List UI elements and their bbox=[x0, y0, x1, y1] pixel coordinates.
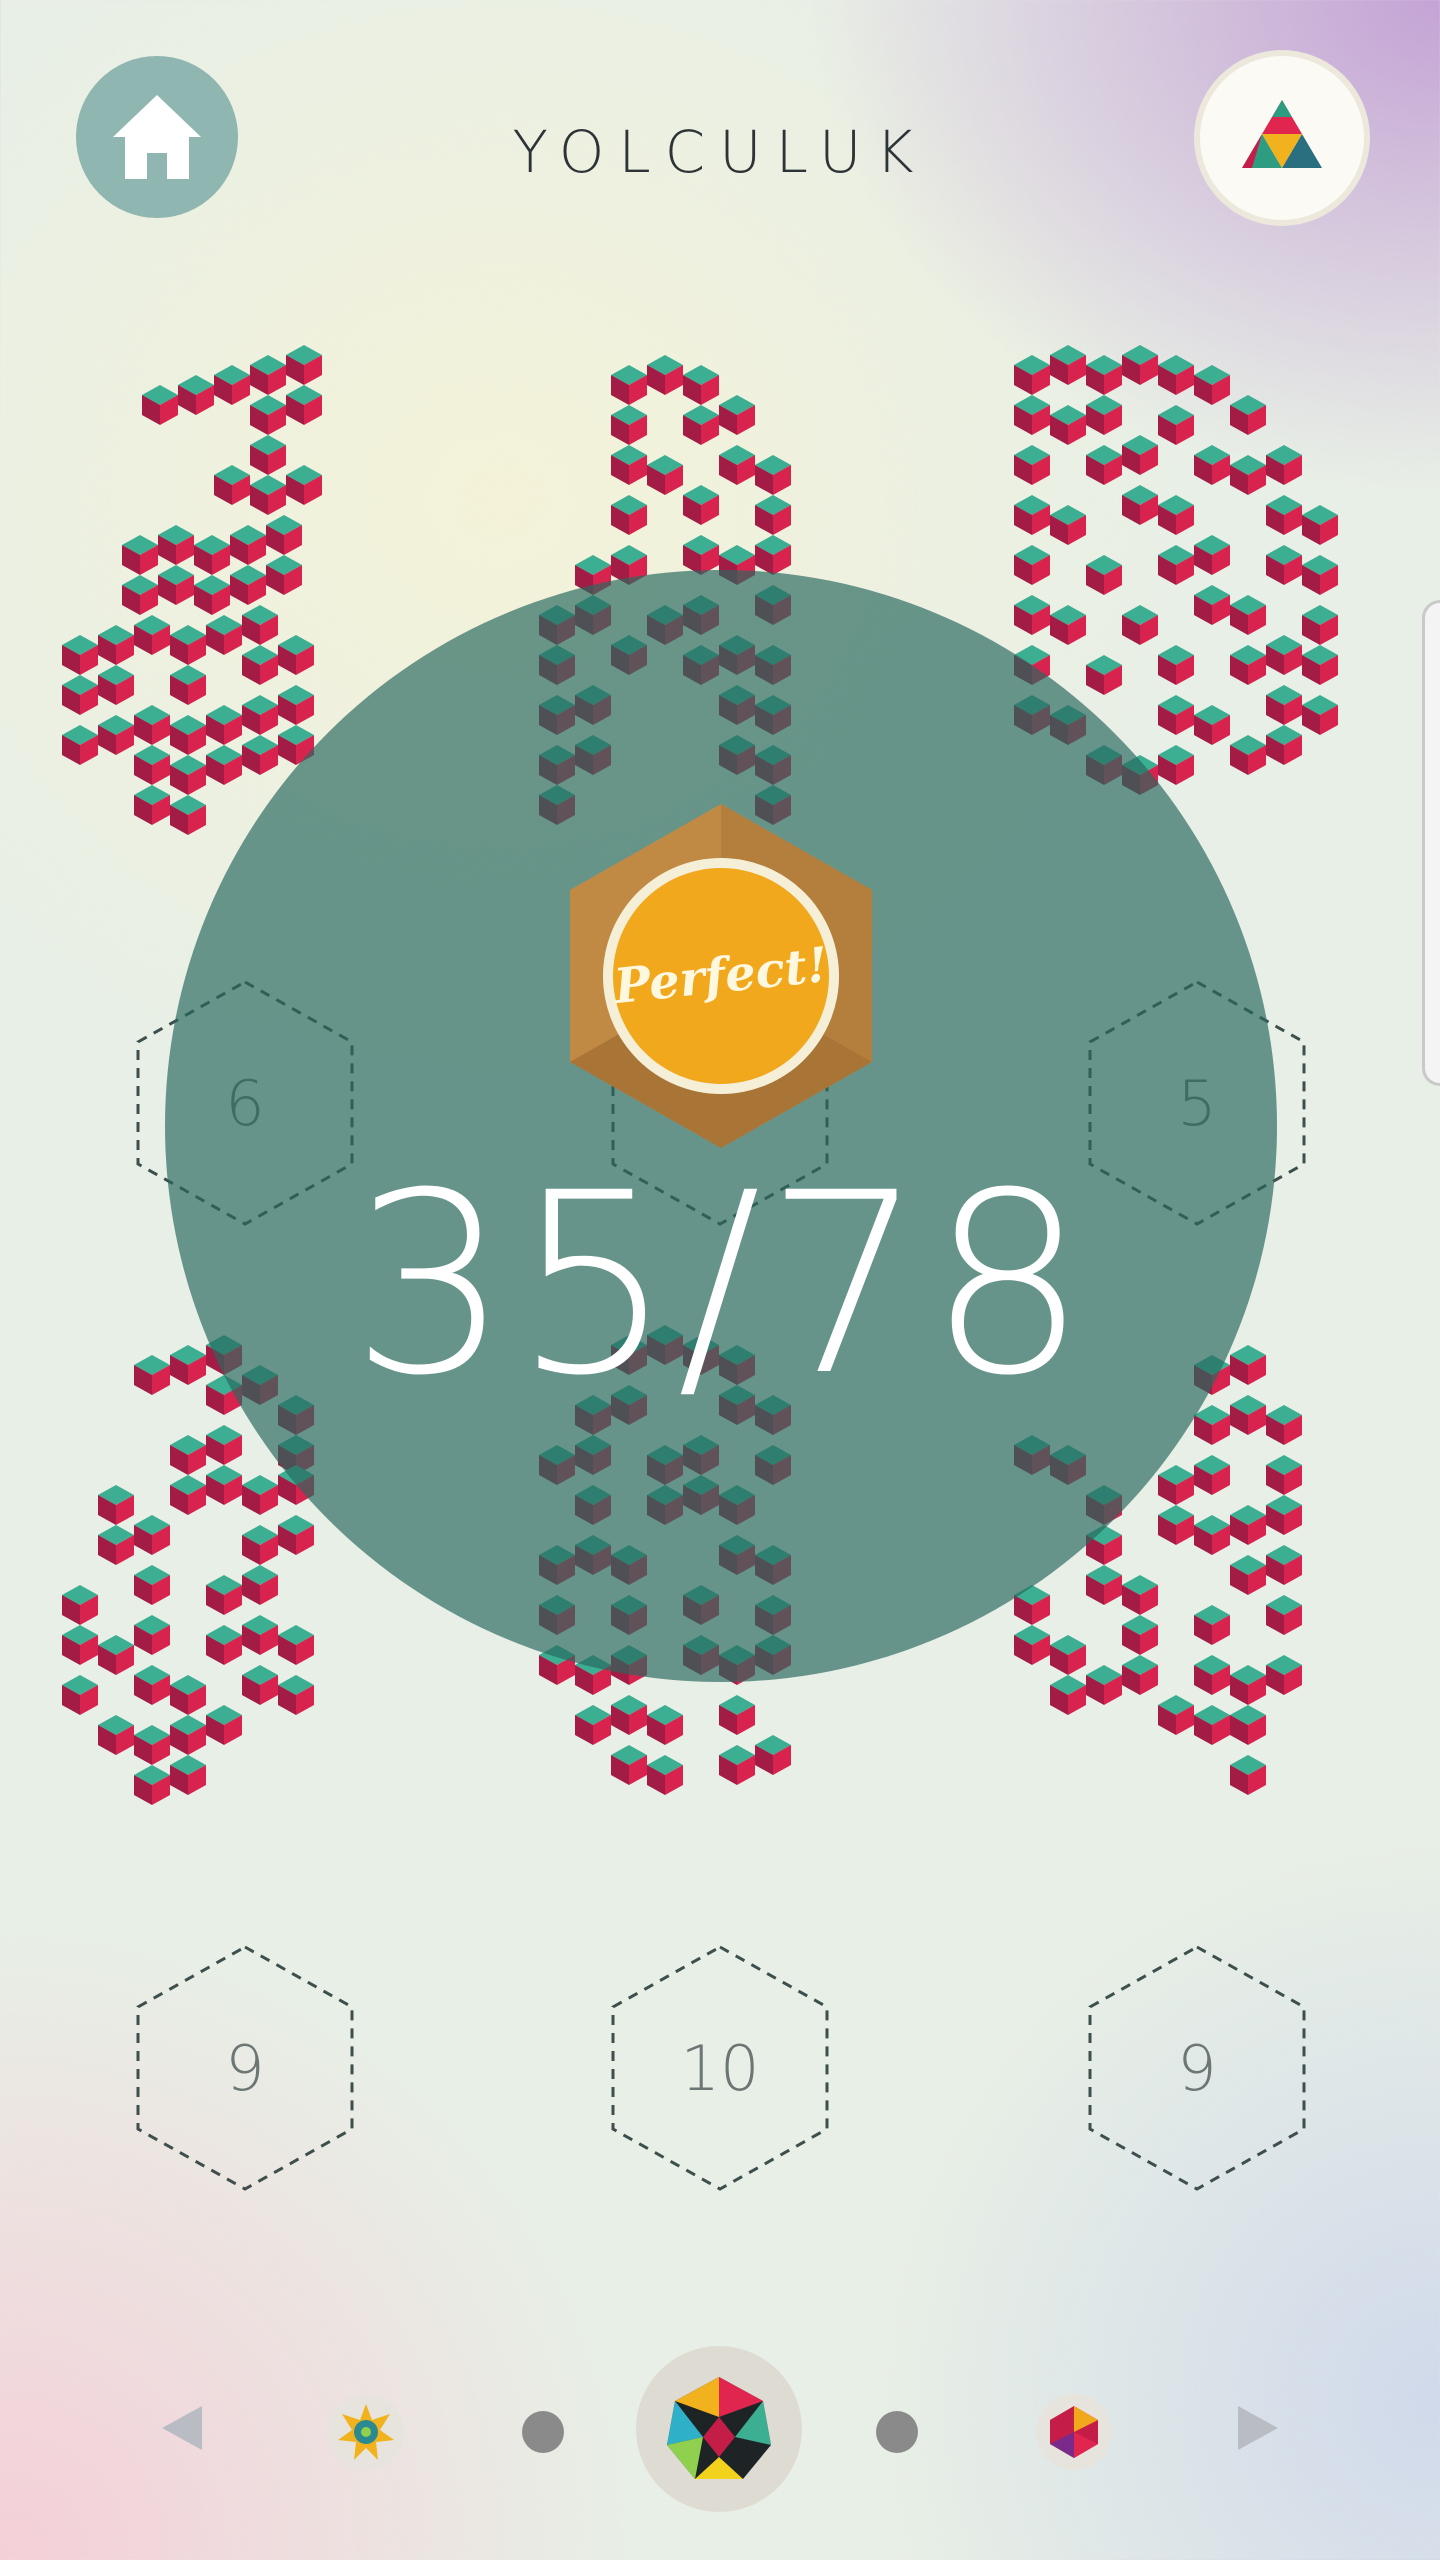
edge-panel-handle[interactable] bbox=[1422, 600, 1440, 1086]
chevron-right-icon[interactable] bbox=[1228, 2398, 1288, 2458]
perfect-badge: Perfect! bbox=[566, 800, 876, 1152]
pager-dot[interactable] bbox=[522, 2411, 564, 2453]
puzzle-5-count-label: 10 bbox=[680, 2031, 760, 2105]
puzzle-6-count[interactable]: 9 bbox=[1082, 1943, 1312, 2193]
progress-counter: 35/78 bbox=[350, 1139, 1092, 1430]
puzzle-4-count-label: 9 bbox=[225, 2031, 265, 2105]
star-pack-icon bbox=[338, 2404, 394, 2460]
chevron-left-icon[interactable] bbox=[152, 2398, 212, 2458]
star-pack-button[interactable] bbox=[328, 2394, 404, 2470]
puzzle-5-count[interactable]: 10 bbox=[605, 1943, 835, 2193]
triangle-logo-icon bbox=[1242, 100, 1322, 168]
pager-dot[interactable] bbox=[876, 2411, 918, 2453]
puzzle-4-count[interactable]: 9 bbox=[130, 1943, 360, 2193]
puzzle-6-count-label: 9 bbox=[1177, 2031, 1217, 2105]
achievements-button[interactable] bbox=[1200, 56, 1364, 220]
polyhedron-pack-icon bbox=[667, 2377, 771, 2479]
polyhedron-pack-button[interactable] bbox=[636, 2346, 802, 2512]
gem-pack-icon bbox=[1050, 2406, 1098, 2458]
perfect-label: Perfect! bbox=[611, 936, 831, 1016]
gem-pack-button[interactable] bbox=[1036, 2394, 1112, 2470]
